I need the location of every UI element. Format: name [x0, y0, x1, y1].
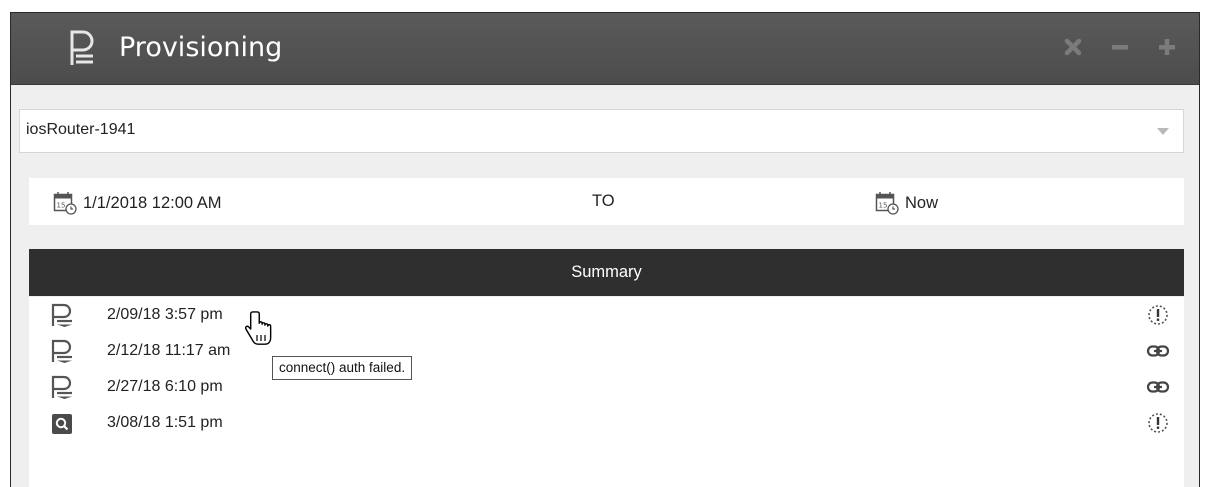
- minimize-icon[interactable]: [1110, 37, 1130, 57]
- window-title: Provisioning: [119, 32, 283, 63]
- template-icon: [51, 339, 72, 363]
- window-controls: [1063, 37, 1177, 57]
- title-bar: Provisioning: [11, 13, 1199, 85]
- start-date-value: 1/1/2018 12:00 AM: [83, 193, 222, 212]
- calendar-clock-icon[interactable]: 15: [875, 191, 899, 215]
- hand-pointer-icon: [245, 311, 272, 345]
- provisioning-window: Provisioning iosRouter-1941 15 1/1/2018 …: [10, 12, 1200, 487]
- end-date-picker[interactable]: 15 Now: [875, 191, 938, 215]
- summary-list: 2/09/18 3:57 pm 2/12/18 11:17 am 2/27/18…: [29, 297, 1184, 487]
- summary-row[interactable]: 3/08/18 1:51 pm: [29, 405, 1184, 441]
- summary-row-timestamp: 2/27/18 6:10 pm: [107, 378, 223, 395]
- alert-icon[interactable]: [1146, 412, 1170, 434]
- summary-row-timestamp: 2/09/18 3:57 pm: [107, 306, 223, 323]
- link-icon[interactable]: [1146, 376, 1170, 398]
- summary-row[interactable]: 2/27/18 6:10 pm: [29, 369, 1184, 405]
- inspect-icon: [52, 414, 72, 434]
- tooltip: connect() auth failed.: [272, 356, 413, 380]
- end-date-value: Now: [905, 193, 939, 212]
- template-icon: [51, 303, 72, 327]
- close-icon[interactable]: [1063, 37, 1083, 57]
- device-select[interactable]: iosRouter-1941: [19, 109, 1184, 153]
- link-icon[interactable]: [1146, 340, 1170, 362]
- template-icon: [51, 375, 72, 399]
- device-select-value: iosRouter-1941: [26, 121, 136, 138]
- date-range-separator: TO: [592, 192, 615, 210]
- chevron-down-icon[interactable]: [1157, 128, 1169, 135]
- summary-row-timestamp: 2/12/18 11:17 am: [107, 342, 231, 359]
- summary-row-timestamp: 3/08/18 1:51 pm: [107, 414, 223, 431]
- summary-row[interactable]: 2/12/18 11:17 am: [29, 333, 1184, 369]
- svg-text:15: 15: [57, 202, 66, 210]
- start-date-picker[interactable]: 15 1/1/2018 12:00 AM: [53, 191, 222, 215]
- date-range-bar: 15 1/1/2018 12:00 AM TO 15 Now: [29, 178, 1184, 225]
- summary-row[interactable]: 2/09/18 3:57 pm: [29, 297, 1184, 333]
- plus-icon[interactable]: [1157, 37, 1177, 57]
- calendar-clock-icon[interactable]: 15: [53, 191, 77, 215]
- summary-header: Summary: [29, 249, 1184, 296]
- app-logo-icon: [70, 30, 94, 65]
- alert-icon[interactable]: [1146, 304, 1170, 326]
- svg-text:15: 15: [879, 202, 888, 210]
